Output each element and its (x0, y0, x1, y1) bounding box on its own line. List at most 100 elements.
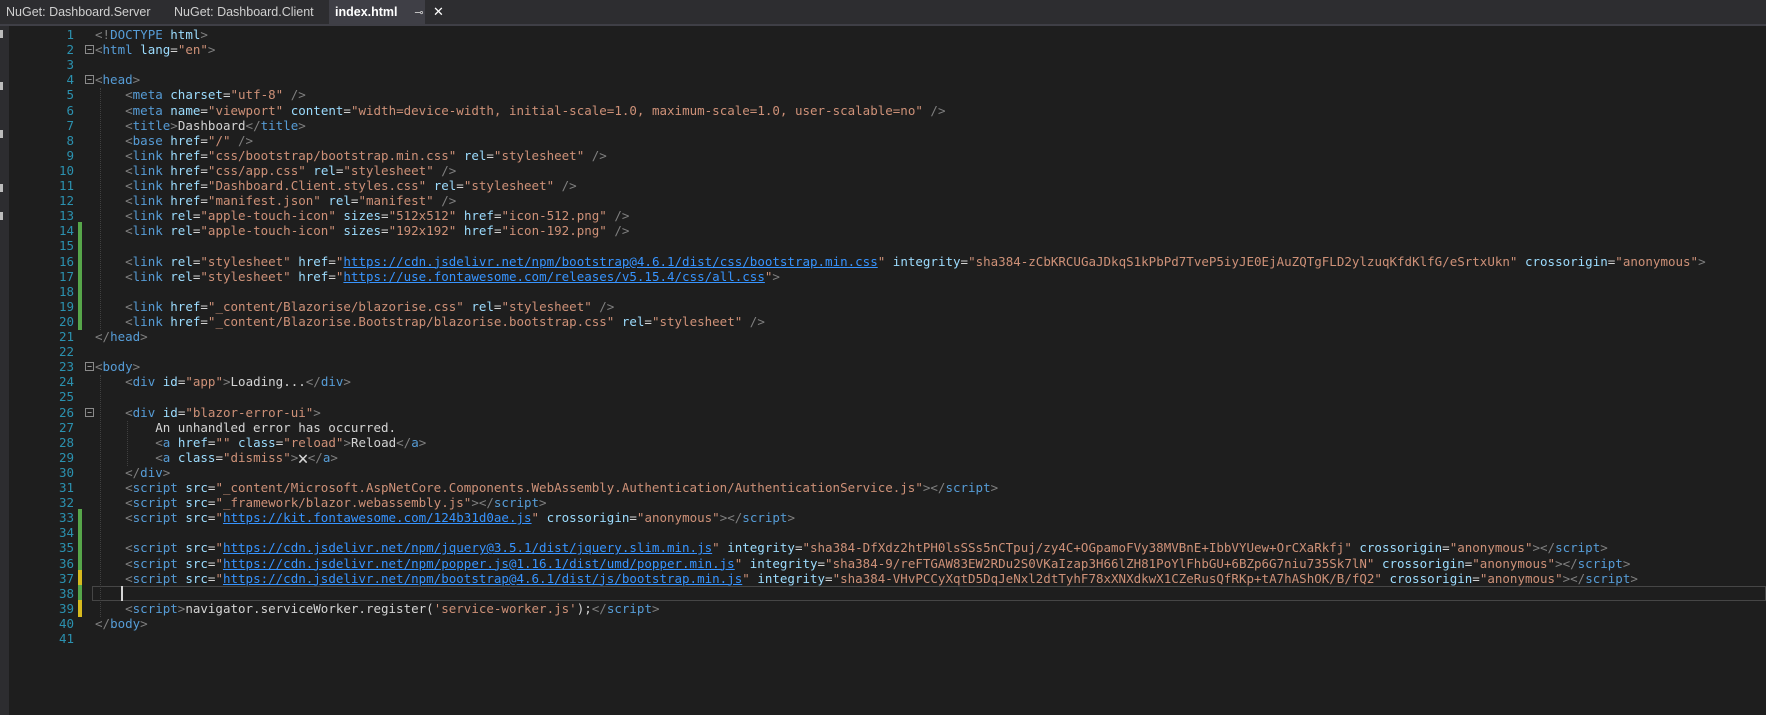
code-token: "anonymous" (1449, 540, 1533, 556)
code-token: href (463, 208, 494, 224)
code-token: > (1630, 570, 1638, 586)
tab-nuget-dashboard-server[interactable]: NuGet: Dashboard.Server (0, 0, 170, 24)
code-token: integrity (892, 253, 961, 269)
code-token: /> (238, 132, 254, 148)
code-token: /> (614, 223, 630, 239)
code-token: > (170, 117, 178, 133)
code-token: = (1442, 540, 1450, 556)
code-token: title (132, 117, 171, 133)
code-token: script (1585, 570, 1631, 586)
code-token: > (343, 434, 351, 450)
code-token: link (132, 313, 163, 329)
code-token: > (140, 329, 148, 344)
code-token: body (102, 359, 133, 375)
code-token: "viewport" (207, 102, 284, 118)
code-token: "_content/Blazorise.Bootstrap/blazorise.… (207, 313, 615, 329)
code-token: title (260, 117, 299, 133)
code-token: > (162, 464, 171, 480)
code-token: </ (305, 374, 321, 390)
code-token: "apple-touch-icon" (200, 223, 336, 239)
code-token: rel (433, 178, 457, 193)
code-token: < (125, 480, 133, 495)
code-token: 🗙 (298, 449, 308, 465)
code-token: ); (576, 600, 592, 616)
code-token: integrity (727, 540, 795, 556)
code-token: body (110, 615, 141, 631)
code-token: href (170, 193, 201, 209)
code-token: < (125, 178, 133, 193)
code-token: < (125, 540, 133, 556)
code-token: > (222, 374, 231, 390)
code-token: > (140, 615, 148, 631)
collapse-icon[interactable]: − (85, 75, 94, 85)
pin-icon[interactable]: ⊸ (411, 1, 427, 25)
code-token: "manifest" (358, 193, 434, 209)
code-token: = (200, 193, 208, 209)
code-token: "_framework/blazor.webassembly.js" (215, 495, 472, 511)
collapse-icon[interactable]: − (85, 407, 94, 417)
code-token: rel (313, 162, 336, 178)
code-token: script (132, 510, 178, 526)
code-token: link (132, 253, 163, 269)
url-link[interactable]: https://use.fontawesome.com/releases/v5.… (343, 269, 764, 284)
tab-label: index.html (335, 5, 398, 19)
code-token: "icon-512.png" (501, 208, 607, 224)
code-token: </ (95, 329, 111, 344)
code-token: < (155, 434, 163, 450)
code-token: href (170, 313, 201, 329)
collapse-icon[interactable]: − (85, 362, 94, 372)
code-token: "anonymous" (1479, 570, 1563, 586)
code-token: /> (930, 102, 946, 118)
url-link[interactable]: https://kit.fontawesome.com/124b31d0ae.j… (223, 510, 532, 525)
code-token: < (125, 495, 133, 511)
code-token: rel (170, 223, 193, 239)
code-token: "css/bootstrap/bootstrap.min.css" (207, 147, 457, 163)
code-line[interactable]: 41 (0, 630, 1766, 647)
code-token: href (463, 223, 494, 239)
tab-nuget-dashboard-client[interactable]: NuGet: Dashboard.Client (168, 0, 328, 24)
code-token: < (125, 510, 133, 526)
code-token: = (629, 510, 637, 526)
code-token: Dashboard (177, 117, 246, 133)
code-editor[interactable]: 1 <!DOCTYPE html> 2− <html lang="en"> 3 4− <he… (0, 26, 1766, 715)
tab-index-html[interactable]: index.html ⊸ ✕ (329, 0, 444, 25)
code-token: "sha384-zCbKRCUGaJDkqS1kPbPd7TveP5iyJE0E… (968, 253, 1518, 269)
code-token: < (125, 132, 133, 148)
tab-label: NuGet: Dashboard.Client (174, 5, 314, 19)
code-token: /> (591, 147, 607, 163)
code-token: meta (132, 87, 163, 103)
close-icon[interactable]: ✕ (430, 0, 446, 24)
code-token: crossorigin (1359, 540, 1443, 556)
code-token: crossorigin (546, 510, 630, 526)
url-link[interactable]: https://cdn.jsdelivr.net/npm/bootstrap@4… (223, 571, 742, 586)
code-token: > (132, 359, 141, 375)
code-token: " (215, 570, 223, 586)
code-token: < (125, 87, 133, 103)
code-token: = (200, 162, 208, 178)
url-link[interactable]: https://cdn.jsdelivr.net/npm/bootstrap@4… (343, 254, 877, 269)
code-token: > (418, 434, 427, 450)
code-token: script (132, 555, 178, 571)
code-token: script (1577, 555, 1623, 571)
code-token: "_content/Microsoft.AspNetCore.Component… (215, 480, 923, 495)
code-token: rel (170, 253, 193, 269)
url-link[interactable]: https://cdn.jsdelivr.net/npm/popper.js@1… (223, 556, 735, 571)
code-token: "apple-touch-icon" (200, 208, 336, 224)
code-token: script (606, 600, 652, 616)
code-token: = (200, 313, 208, 329)
code-token: " (712, 540, 720, 556)
code-token: integrity (757, 570, 826, 586)
url-link[interactable]: https://cdn.jsdelivr.net/npm/jquery@3.5.… (223, 540, 712, 555)
collapse-icon[interactable]: − (85, 45, 94, 55)
code-token: < (125, 570, 133, 586)
code-token: > (298, 117, 306, 133)
code-token: < (95, 359, 103, 375)
code-token: div (320, 374, 344, 390)
code-token: "sha384-9/reFTGAW83EW2RDu2S0VKaIzap3H66l… (825, 555, 1375, 571)
